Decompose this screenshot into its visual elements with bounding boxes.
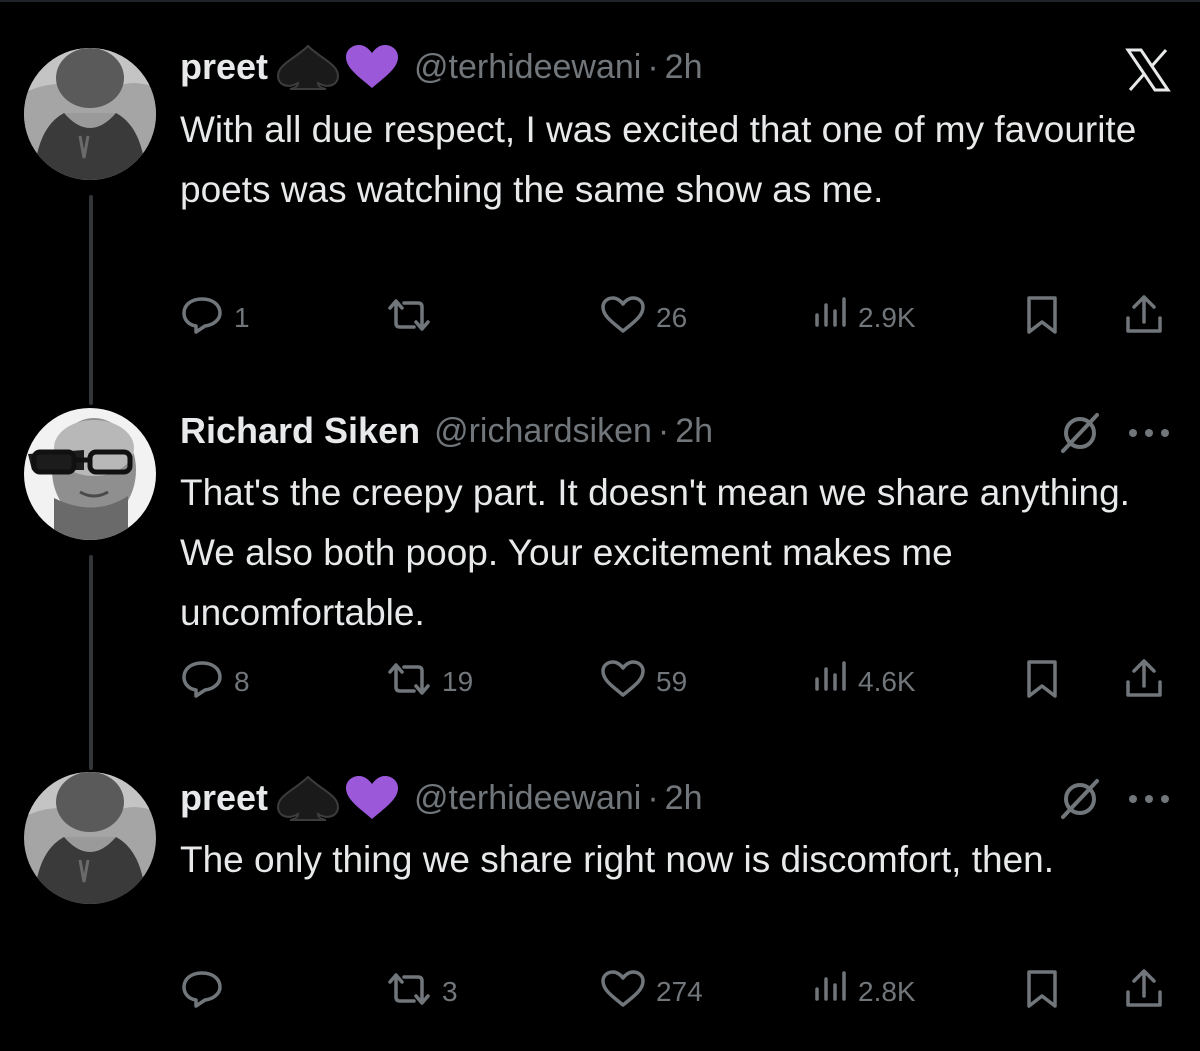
reply-icon — [180, 295, 224, 342]
timestamp[interactable]: 2h — [675, 412, 713, 451]
views-button[interactable]: 2.8K — [812, 970, 916, 1014]
views-count: 2.9K — [858, 302, 916, 333]
tweet-header: preet @terhideewani · 2h — [180, 44, 703, 90]
tweet-header: Richard Siken @richardsiken · 2h — [180, 409, 713, 453]
display-name[interactable]: preet — [180, 777, 268, 819]
x-logo-icon[interactable] — [1122, 45, 1174, 95]
separator-dot: · — [647, 778, 659, 817]
separator-dot: · — [657, 411, 670, 450]
tweet-text: That's the creepy part. It doesn't mean … — [180, 472, 1130, 633]
like-button[interactable]: 26 — [600, 295, 688, 342]
bookmark-button[interactable] — [1024, 294, 1060, 343]
bookmark-icon — [1024, 658, 1060, 707]
handle[interactable]: @terhideewani — [414, 48, 641, 87]
repost-icon — [386, 661, 432, 704]
repost-icon — [386, 971, 432, 1014]
timestamp[interactable]: 2h — [665, 48, 703, 87]
like-button[interactable]: 274 — [600, 969, 703, 1016]
tweet-header: preet @terhideewani · 2h — [180, 775, 703, 821]
action-bar: 1 26 2.9K — [180, 294, 1170, 343]
avatar[interactable] — [24, 772, 156, 904]
thread-line — [89, 555, 93, 770]
tweet-text: With all due respect, I was excited that… — [180, 109, 1137, 210]
repost-icon — [386, 297, 432, 340]
views-icon — [812, 295, 848, 342]
views-button[interactable]: 2.9K — [812, 296, 916, 340]
reply-button[interactable]: 1 — [180, 296, 250, 340]
reply-count: 8 — [234, 666, 250, 697]
views-icon — [812, 659, 848, 706]
share-button[interactable] — [1124, 968, 1164, 1017]
bookmark-button[interactable] — [1024, 968, 1060, 1017]
reply-count: 1 — [234, 302, 250, 333]
reply-button[interactable]: 8 — [180, 660, 250, 704]
handle[interactable]: @richardsiken — [434, 412, 652, 451]
views-icon — [812, 969, 848, 1016]
views-button[interactable]: 4.6K — [812, 660, 916, 704]
like-count: 26 — [656, 302, 688, 333]
share-icon — [1124, 294, 1164, 343]
repost-button[interactable]: 19 — [386, 660, 473, 704]
avatar[interactable] — [24, 408, 156, 540]
handle[interactable]: @terhideewani — [414, 779, 641, 818]
bookmark-icon — [1024, 294, 1060, 343]
reply-button[interactable] — [180, 970, 234, 1014]
timestamp[interactable]: 2h — [665, 779, 703, 818]
purple-heart-emoji — [344, 44, 400, 90]
share-icon — [1124, 968, 1164, 1017]
heart-icon — [600, 295, 646, 342]
bookmark-button[interactable] — [1024, 658, 1060, 707]
black-spade-emoji — [276, 775, 340, 821]
purple-heart-emoji — [344, 775, 400, 821]
repost-button[interactable] — [386, 296, 442, 340]
black-spade-emoji — [276, 44, 340, 90]
reply-icon — [180, 969, 224, 1016]
repost-count: 3 — [442, 976, 458, 1007]
like-count: 59 — [656, 666, 688, 697]
action-bar: 8 19 59 4.6K — [180, 658, 1170, 707]
tweet-text: The only thing we share right now is dis… — [180, 839, 1055, 880]
display-name[interactable]: preet — [180, 46, 268, 88]
display-name[interactable]: Richard Siken — [180, 410, 420, 452]
like-button[interactable]: 59 — [600, 659, 688, 706]
heart-icon — [600, 659, 646, 706]
top-divider — [0, 0, 1200, 2]
more-options-icon[interactable] — [1124, 410, 1174, 456]
grok-icon[interactable] — [1054, 410, 1106, 456]
like-count: 274 — [656, 976, 703, 1007]
heart-icon — [600, 969, 646, 1016]
views-count: 4.6K — [858, 666, 916, 697]
thread-line — [89, 195, 93, 405]
repost-button[interactable]: 3 — [386, 970, 458, 1014]
repost-count: 19 — [442, 666, 474, 697]
grok-icon[interactable] — [1054, 776, 1106, 822]
separator-dot: · — [647, 47, 659, 86]
more-options-icon[interactable] — [1124, 776, 1174, 822]
share-icon — [1124, 658, 1164, 707]
share-button[interactable] — [1124, 294, 1164, 343]
avatar[interactable] — [24, 48, 156, 180]
reply-icon — [180, 659, 224, 706]
action-bar: 3 274 2.8K — [180, 968, 1170, 1017]
share-button[interactable] — [1124, 658, 1164, 707]
bookmark-icon — [1024, 968, 1060, 1017]
views-count: 2.8K — [858, 976, 916, 1007]
